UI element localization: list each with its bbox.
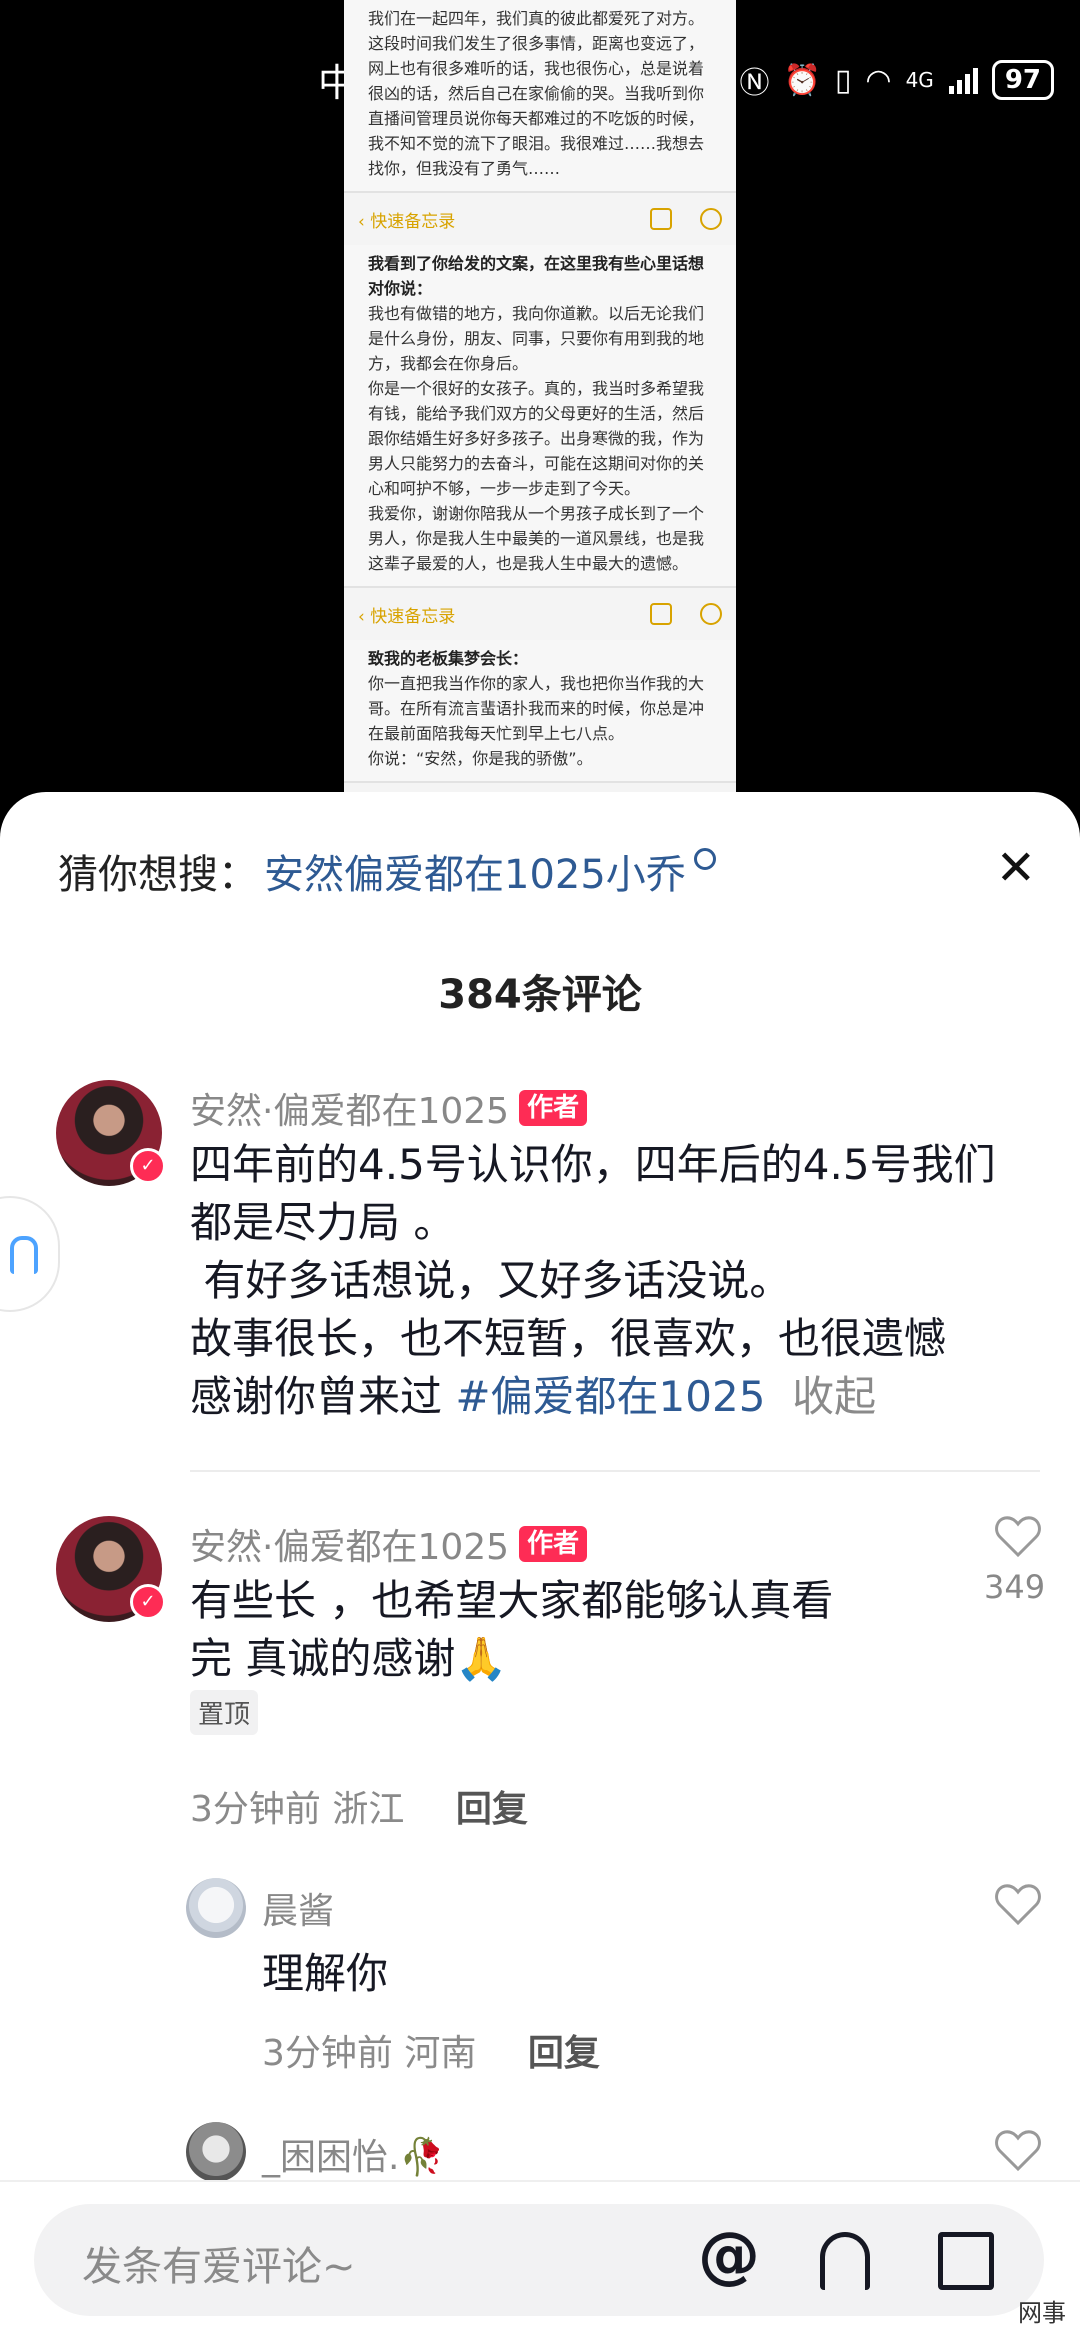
- alarm-icon: ⏰: [783, 62, 821, 98]
- divider: [190, 1470, 1040, 1472]
- close-button[interactable]: ✕: [996, 844, 1036, 892]
- suggestion-query[interactable]: 安然偏爱都在1025小乔: [264, 842, 686, 900]
- comment-text: 有些长 ，也希望大家都能够认真看 完 真诚的感谢🙏: [190, 1576, 834, 1683]
- suggestion-prefix: 猜你想搜：: [58, 852, 258, 898]
- reply-button[interactable]: 回复: [528, 2033, 600, 2074]
- search-suggestion[interactable]: 猜你想搜： 安然偏爱都在1025小乔: [58, 842, 716, 900]
- memo-heading-2: 我看到了你给发的文案，在这里我有些心里话想对你说：: [368, 254, 705, 298]
- nfc-icon: Ⓝ: [739, 66, 770, 101]
- mention-icon[interactable]: @: [698, 2224, 760, 2286]
- like-count: 349: [984, 1568, 1046, 1606]
- memo-screenshot: 我们在一起四年，我们真的彼此都爱死了对方。 这段时间我们发生了很多事情，距离也变…: [344, 0, 736, 800]
- network-type: 4G: [905, 68, 934, 92]
- memo-block-2: 我看到了你给发的文案，在这里我有些心里话想对你说： 我也有做错的地方，我向你道歉…: [344, 245, 736, 588]
- vibrate-icon: ▯: [834, 62, 852, 98]
- emoji-icon[interactable]: [938, 2232, 994, 2290]
- reply-text: 理解你: [262, 1949, 389, 1998]
- avatar[interactable]: ✓: [56, 1516, 166, 1622]
- author-badge: 作者: [519, 1526, 588, 1562]
- signal-icon: [948, 66, 978, 94]
- memo-text-1: 我们在一起四年，我们真的彼此都爱死了对方。 这段时间我们发生了很多事情，距离也变…: [368, 9, 705, 178]
- comment-meta: 3分钟前 浙江 回复: [190, 1780, 528, 1832]
- wifi-icon: ◠: [865, 62, 892, 98]
- pinned-badge: 置顶: [190, 1690, 259, 1735]
- reply-meta: 3分钟前 河南 回复: [262, 2024, 600, 2076]
- reply-time: 3分钟前: [262, 2033, 393, 2074]
- memo-block-3: 致我的老板集梦会长： 你一直把我当作你的家人，我也把你当作我的大哥。在所有流言蜚…: [344, 640, 736, 783]
- more-icon: [700, 603, 722, 625]
- verified-check-icon: ✓: [130, 1584, 166, 1620]
- comment-username[interactable]: 安然·偏爱都在1025 作者: [190, 1518, 588, 1570]
- memo-text-2: 我也有做错的地方，我向你道歉。以后无论我们是什么身份，朋友、同事，只要你有用到我…: [368, 304, 705, 573]
- comment-count: 384条评论: [438, 972, 642, 1018]
- memo-text-3: 你一直把我当作你的家人，我也把你当作我的大哥。在所有流言蜚语扑我而来的时候，你总…: [368, 674, 705, 768]
- reply-location: 河南: [404, 2033, 477, 2074]
- memo-back-label: 快速备忘录: [370, 211, 456, 232]
- image-icon[interactable]: [820, 2232, 870, 2290]
- comment-input-placeholder: 发条有爱评论~: [82, 2244, 356, 2290]
- avatar[interactable]: [186, 2122, 246, 2182]
- heart-icon[interactable]: [994, 1882, 1042, 1926]
- chevron-left-icon: ‹: [358, 606, 371, 627]
- battery-indicator: 97: [991, 60, 1054, 100]
- memo-heading-3: 致我的老板集梦会长：: [368, 649, 529, 668]
- comment-input[interactable]: 发条有爱评论~ @: [34, 2204, 1044, 2316]
- search-icon: [693, 848, 716, 870]
- chevron-left-icon: ‹: [358, 211, 371, 232]
- comment-location: 浙江: [332, 1789, 405, 1830]
- comment-time: 3分钟前: [190, 1789, 321, 1830]
- verified-check-icon: ✓: [130, 1148, 166, 1184]
- status-bar: Ⓝ ⏰ ▯ ◠ 4G 97: [740, 58, 1054, 102]
- headphone-icon: [10, 1236, 38, 1274]
- comment-sheet: 猜你想搜： 安然偏爱都在1025小乔 ✕ 384条评论 ✓ 安然·偏爱都在102…: [0, 792, 1080, 2340]
- avatar[interactable]: ✓: [56, 1080, 166, 1186]
- share-icon: [650, 603, 672, 625]
- share-icon: [650, 208, 672, 230]
- heart-icon[interactable]: [994, 1514, 1042, 1558]
- author-badge: 作者: [519, 1090, 588, 1126]
- reply-username[interactable]: _困困怡.🥀: [262, 2128, 444, 2180]
- memo-toolbar-2: ‹ 快速备忘录: [344, 588, 736, 640]
- reply-username[interactable]: 晨酱: [262, 1882, 334, 1934]
- more-icon: [700, 208, 722, 230]
- memo-block-1: 我们在一起四年，我们真的彼此都爱死了对方。 这段时间我们发生了很多事情，距离也变…: [344, 0, 736, 193]
- comment-username[interactable]: 安然·偏爱都在1025 作者: [190, 1082, 588, 1134]
- heart-icon[interactable]: [994, 2128, 1042, 2172]
- watermark: 网事: [1018, 2299, 1066, 2327]
- hashtag-link[interactable]: #偏爱都在1025: [455, 1372, 765, 1421]
- memo-toolbar-1: ‹ 快速备忘录: [344, 193, 736, 245]
- memo-back-label: 快速备忘录: [370, 606, 456, 627]
- comment-text: 四年前的4.5号认识你，四年后的4.5号我们都是尽力局 。 有好多话想说，又好多…: [190, 1140, 996, 1421]
- avatar[interactable]: [186, 1878, 246, 1938]
- collapse-button[interactable]: 收起: [792, 1372, 876, 1421]
- reply-button[interactable]: 回复: [456, 1789, 528, 1830]
- comment-input-bar: 发条有爱评论~ @ 网事: [0, 2180, 1080, 2342]
- video-player-area[interactable]: 中 Ⓝ ⏰ ▯ ◠ 4G 97 我们在一起四年，我们真的彼此都爱死了对方。 这段…: [0, 0, 1080, 800]
